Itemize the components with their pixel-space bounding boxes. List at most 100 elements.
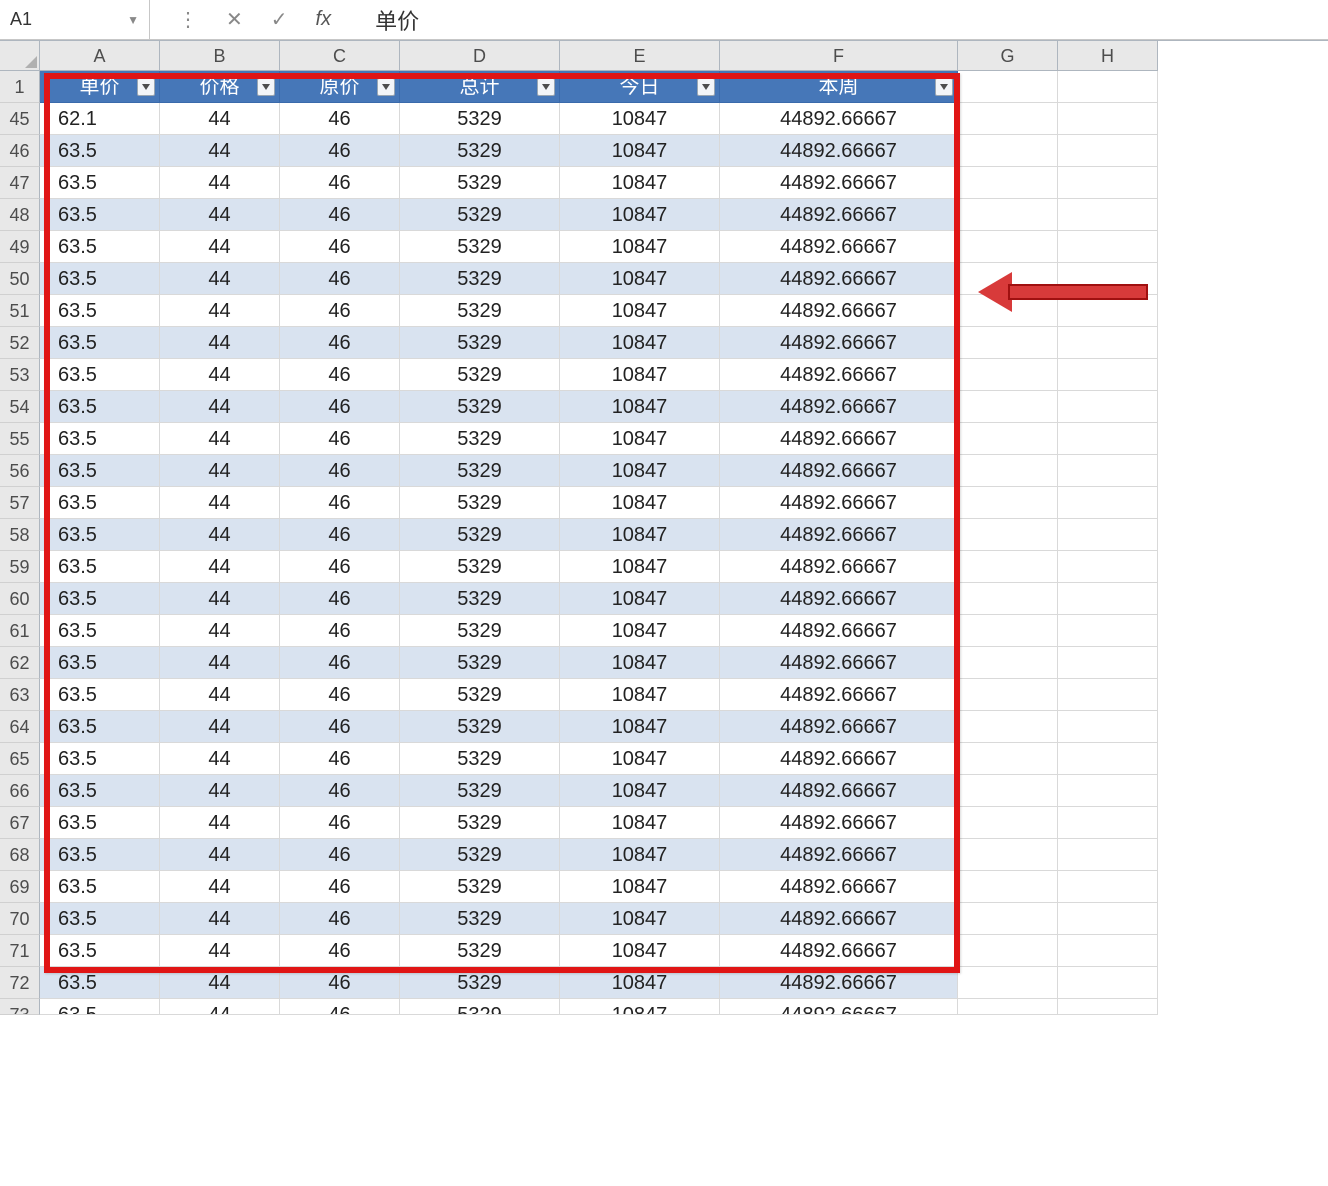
cell[interactable]: 44 bbox=[160, 743, 280, 775]
cell[interactable] bbox=[958, 999, 1058, 1015]
cell[interactable]: 10847 bbox=[560, 967, 720, 999]
cell[interactable]: 46 bbox=[280, 583, 400, 615]
cell[interactable]: 5329 bbox=[400, 103, 560, 135]
cell[interactable] bbox=[958, 135, 1058, 167]
cell[interactable] bbox=[1058, 839, 1158, 871]
cell[interactable]: 46 bbox=[280, 231, 400, 263]
row-header[interactable]: 54 bbox=[0, 391, 40, 423]
row-header[interactable]: 59 bbox=[0, 551, 40, 583]
cell[interactable]: 44892.66667 bbox=[720, 935, 958, 967]
cell[interactable]: 10847 bbox=[560, 359, 720, 391]
row-header[interactable]: 51 bbox=[0, 295, 40, 327]
row-header[interactable]: 49 bbox=[0, 231, 40, 263]
cell[interactable]: 10847 bbox=[560, 647, 720, 679]
cell[interactable]: 44 bbox=[160, 519, 280, 551]
cell[interactable]: 5329 bbox=[400, 327, 560, 359]
cell[interactable]: 46 bbox=[280, 327, 400, 359]
cell[interactable]: 5329 bbox=[400, 775, 560, 807]
cell[interactable]: 46 bbox=[280, 775, 400, 807]
cell[interactable]: 44 bbox=[160, 615, 280, 647]
cell[interactable] bbox=[958, 775, 1058, 807]
cell[interactable]: 10847 bbox=[560, 487, 720, 519]
cell[interactable]: 44 bbox=[160, 135, 280, 167]
cell[interactable]: 46 bbox=[280, 711, 400, 743]
row-header[interactable]: 69 bbox=[0, 871, 40, 903]
cell[interactable]: 63.5 bbox=[40, 519, 160, 551]
cell[interactable]: 46 bbox=[280, 199, 400, 231]
cell[interactable]: 10847 bbox=[560, 327, 720, 359]
cell[interactable]: 44 bbox=[160, 167, 280, 199]
cell[interactable]: 46 bbox=[280, 935, 400, 967]
cell[interactable]: 44892.66667 bbox=[720, 231, 958, 263]
row-header[interactable]: 48 bbox=[0, 199, 40, 231]
cell[interactable] bbox=[1058, 775, 1158, 807]
cell[interactable] bbox=[958, 391, 1058, 423]
cell[interactable] bbox=[958, 711, 1058, 743]
cell[interactable]: 5329 bbox=[400, 519, 560, 551]
row-header[interactable]: 66 bbox=[0, 775, 40, 807]
cell[interactable]: 63.5 bbox=[40, 615, 160, 647]
cell[interactable] bbox=[1058, 327, 1158, 359]
row-header[interactable]: 46 bbox=[0, 135, 40, 167]
cell[interactable]: 63.5 bbox=[40, 903, 160, 935]
cell[interactable]: 44 bbox=[160, 231, 280, 263]
table-header[interactable]: 本周 bbox=[720, 71, 958, 103]
cell[interactable]: 46 bbox=[280, 359, 400, 391]
column-header[interactable]: A bbox=[40, 41, 160, 71]
column-header[interactable]: H bbox=[1058, 41, 1158, 71]
cell[interactable]: 10847 bbox=[560, 807, 720, 839]
cell[interactable]: 63.5 bbox=[40, 359, 160, 391]
cell[interactable]: 46 bbox=[280, 551, 400, 583]
row-header[interactable]: 71 bbox=[0, 935, 40, 967]
cell[interactable] bbox=[958, 263, 1058, 295]
row-header[interactable]: 56 bbox=[0, 455, 40, 487]
cell[interactable]: 10847 bbox=[560, 583, 720, 615]
cell[interactable]: 63.5 bbox=[40, 967, 160, 999]
cell[interactable] bbox=[958, 455, 1058, 487]
cell[interactable]: 46 bbox=[280, 423, 400, 455]
cell[interactable] bbox=[958, 903, 1058, 935]
cell[interactable]: 44 bbox=[160, 935, 280, 967]
cell[interactable]: 44 bbox=[160, 551, 280, 583]
cell[interactable]: 5329 bbox=[400, 359, 560, 391]
cancel-icon[interactable]: ✕ bbox=[226, 7, 243, 32]
filter-dropdown-icon[interactable] bbox=[377, 78, 395, 96]
cell[interactable]: 63.5 bbox=[40, 871, 160, 903]
cell[interactable]: 5329 bbox=[400, 999, 560, 1015]
cell[interactable]: 44 bbox=[160, 839, 280, 871]
cell[interactable]: 44892.66667 bbox=[720, 167, 958, 199]
cell[interactable] bbox=[958, 199, 1058, 231]
cell[interactable]: 44 bbox=[160, 647, 280, 679]
cell[interactable] bbox=[1058, 455, 1158, 487]
row-header[interactable]: 68 bbox=[0, 839, 40, 871]
column-header[interactable]: G bbox=[958, 41, 1058, 71]
cell[interactable]: 63.5 bbox=[40, 743, 160, 775]
row-header[interactable]: 50 bbox=[0, 263, 40, 295]
cell[interactable]: 44892.66667 bbox=[720, 871, 958, 903]
cell[interactable]: 5329 bbox=[400, 903, 560, 935]
cell[interactable]: 44892.66667 bbox=[720, 135, 958, 167]
cell[interactable]: 63.5 bbox=[40, 327, 160, 359]
cell[interactable]: 46 bbox=[280, 647, 400, 679]
column-header[interactable]: D bbox=[400, 41, 560, 71]
row-header[interactable]: 53 bbox=[0, 359, 40, 391]
cell[interactable]: 44 bbox=[160, 423, 280, 455]
cell[interactable]: 44 bbox=[160, 999, 280, 1015]
cell[interactable]: 44892.66667 bbox=[720, 775, 958, 807]
cell[interactable]: 44892.66667 bbox=[720, 391, 958, 423]
cell[interactable] bbox=[1058, 135, 1158, 167]
cell[interactable] bbox=[1058, 871, 1158, 903]
cell[interactable]: 44 bbox=[160, 967, 280, 999]
table-header[interactable]: 单价 bbox=[40, 71, 160, 103]
cell[interactable]: 5329 bbox=[400, 135, 560, 167]
cell[interactable]: 46 bbox=[280, 871, 400, 903]
cell[interactable]: 44 bbox=[160, 487, 280, 519]
cell[interactable]: 44 bbox=[160, 263, 280, 295]
cell[interactable]: 63.5 bbox=[40, 775, 160, 807]
cell[interactable] bbox=[1058, 519, 1158, 551]
cell[interactable]: 44892.66667 bbox=[720, 647, 958, 679]
cell[interactable]: 63.5 bbox=[40, 391, 160, 423]
cell[interactable] bbox=[1058, 199, 1158, 231]
cell[interactable]: 44892.66667 bbox=[720, 679, 958, 711]
cell[interactable]: 10847 bbox=[560, 935, 720, 967]
